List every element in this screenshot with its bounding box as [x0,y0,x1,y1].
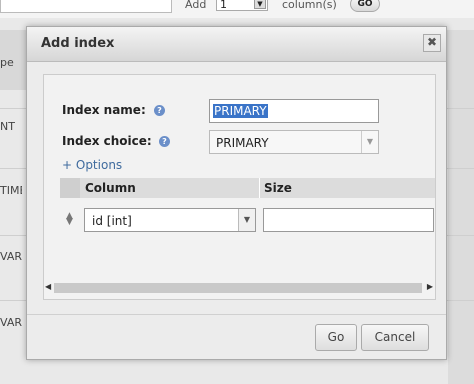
background-right-column [448,30,474,384]
index-choice-value: PRIMARY [216,136,269,150]
help-icon[interactable]: ? [159,136,170,147]
dialog-titlebar[interactable]: Add index ✖ [27,27,446,62]
scrollbar-thumb[interactable] [54,283,422,293]
add-index-dialog: Add index ✖ Index name: ? PRIMARY Index … [26,26,447,360]
background-cell: TIME [0,184,22,197]
columns-label: column(s) [282,0,337,11]
index-choice-label: Index choice: [62,134,152,148]
drag-column-header [60,178,80,198]
header-divider [259,178,260,198]
horizontal-scrollbar[interactable]: ◀ ▶ [44,278,435,299]
column-select-value: id [int] [92,214,132,228]
drag-handle-icon[interactable]: ▲ ▼ [66,212,73,227]
columns-table-header: Column Size [60,178,435,198]
index-form-panel: Index name: ? PRIMARY Index choice: ? PR… [43,74,436,300]
chevron-down-icon: ▼ [238,209,255,231]
size-header: Size [264,181,292,195]
dialog-title: Add index [41,36,115,51]
size-input[interactable] [263,208,434,232]
background-cell: VARC [0,316,22,329]
close-icon[interactable]: ✖ [423,34,441,52]
add-label: Add [185,0,207,11]
background-input [0,0,172,13]
add-count-select: 1 ▼ [216,0,268,11]
footer-divider [27,314,446,315]
options-toggle[interactable]: + Options [62,158,122,172]
chevron-down-icon: ▼ [361,131,378,153]
help-icon[interactable]: ? [154,105,165,116]
scroll-right-icon[interactable]: ▶ [427,282,433,291]
index-name-input[interactable]: PRIMARY [209,99,379,123]
background-go-button: GO [350,0,380,12]
dropdown-arrow-icon: ▼ [254,0,266,9]
column-header: Column [85,181,136,195]
background-cell: NT [0,120,15,133]
index-name-value: PRIMARY [213,104,268,118]
background-cell: pe [0,56,14,69]
index-choice-select[interactable]: PRIMARY ▼ [209,130,379,154]
index-name-label: Index name: [62,103,146,117]
cancel-button[interactable]: Cancel [361,324,429,351]
background-cell: VARC [0,250,22,263]
scroll-left-icon[interactable]: ◀ [45,282,51,291]
go-button[interactable]: Go [315,324,357,351]
column-select[interactable]: id [int] ▼ [84,208,256,232]
